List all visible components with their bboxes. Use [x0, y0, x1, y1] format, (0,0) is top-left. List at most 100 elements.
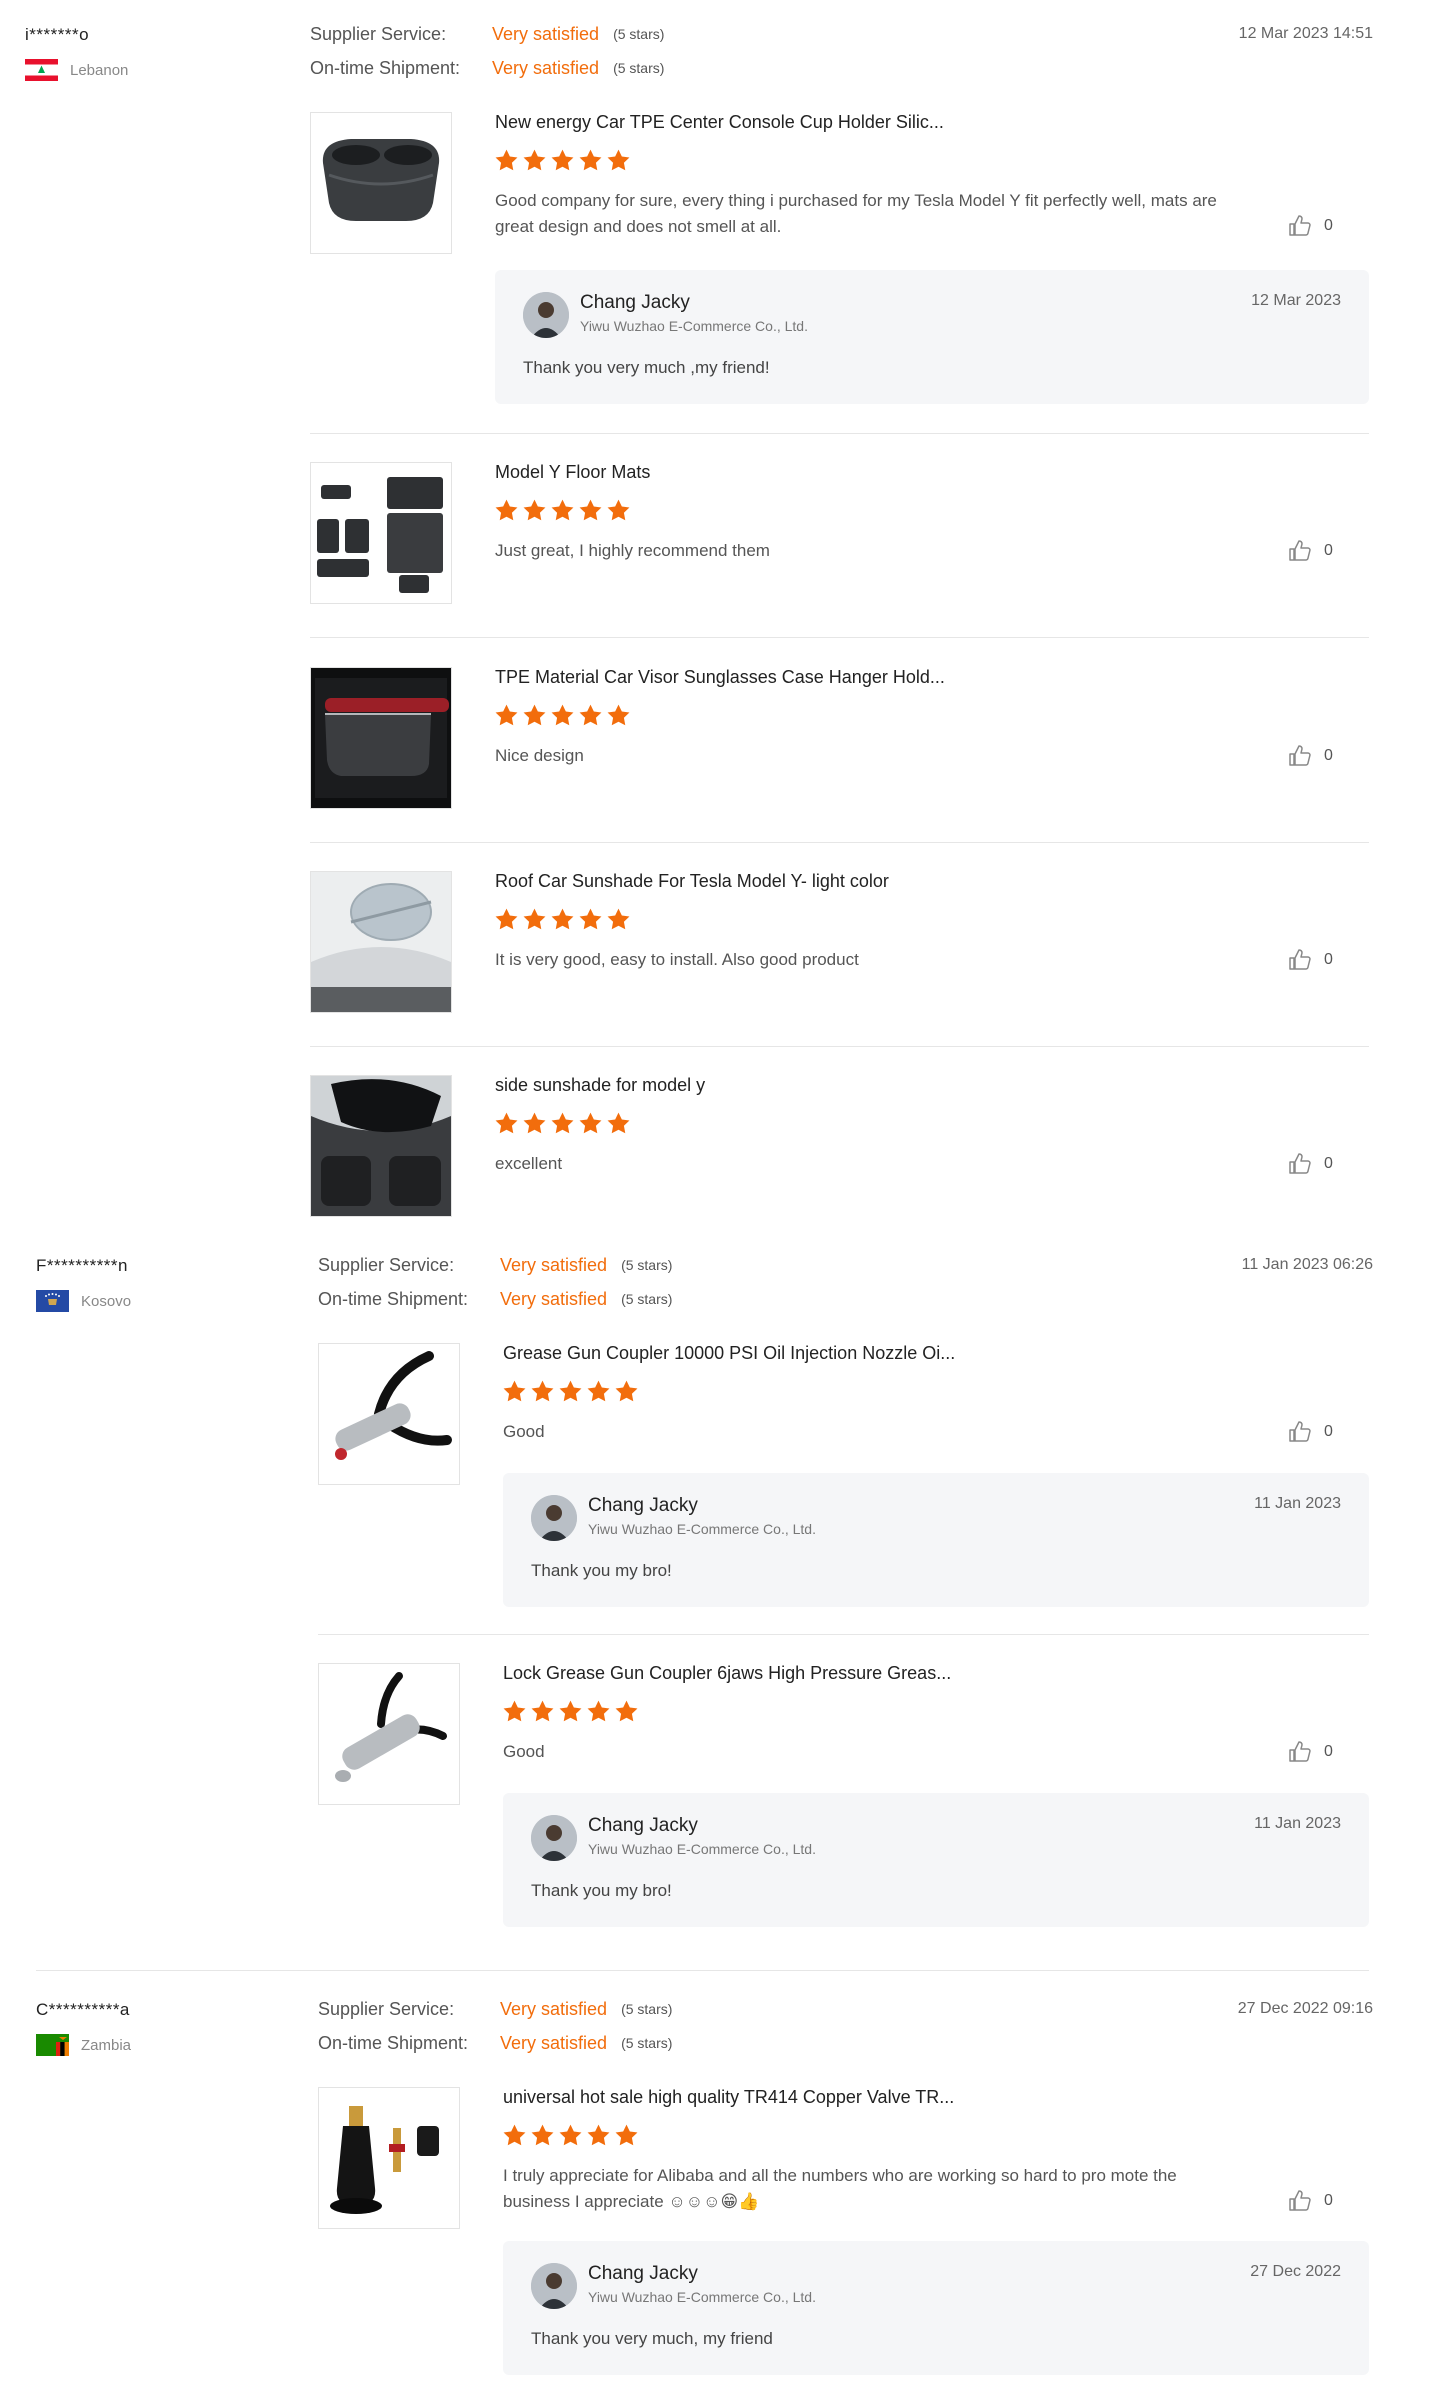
supplier-reply: Chang Jacky Yiwu Wuzhao E-Commerce Co., … — [503, 1793, 1369, 1927]
reply-company[interactable]: Yiwu Wuzhao E-Commerce Co., Ltd. — [588, 1841, 816, 1857]
thumbs-up-icon — [1289, 215, 1311, 236]
rating-stars-text: (5 stars) — [613, 26, 665, 42]
rating-stars-text: (5 stars) — [621, 1257, 673, 1273]
product-title[interactable]: TPE Material Car Visor Sunglasses Case H… — [495, 667, 945, 688]
rating-value: Very satisfied — [500, 1998, 608, 2019]
star-icon — [615, 1380, 638, 1402]
product-title[interactable]: Grease Gun Coupler 10000 PSI Oil Injecti… — [503, 1343, 955, 1364]
product-image-lock-coupler[interactable] — [318, 1663, 460, 1805]
supplier-service-rating: Supplier Service: Very satisfied (5 star… — [318, 1248, 672, 1282]
like-button[interactable]: 0 — [1288, 948, 1333, 972]
rating-label: Supplier Service: — [310, 23, 447, 44]
country-name: Kosovo — [81, 1292, 132, 1310]
buyer-name: C**********a — [36, 2000, 130, 2019]
thumbs-up-icon — [1289, 1421, 1311, 1442]
review-text: It is very good, easy to install. Also g… — [495, 950, 859, 969]
like-button[interactable]: 0 — [1288, 2189, 1333, 2213]
star-icon — [531, 1700, 554, 1722]
shipment-rating: On-time Shipment: Very satisfied (5 star… — [318, 2026, 672, 2060]
product-title[interactable]: Lock Grease Gun Coupler 6jaws High Press… — [503, 1663, 951, 1684]
reply-company[interactable]: Yiwu Wuzhao E-Commerce Co., Ltd. — [588, 2289, 816, 2305]
star-icon — [503, 1380, 526, 1402]
product-title[interactable]: universal hot sale high quality TR414 Co… — [503, 2087, 954, 2108]
buyer-info: C**********a Zambia — [36, 2000, 236, 2056]
like-button[interactable]: 0 — [1288, 539, 1333, 563]
star-icon — [579, 908, 602, 930]
reply-company[interactable]: Yiwu Wuzhao E-Commerce Co., Ltd. — [588, 1521, 816, 1537]
like-button[interactable]: 0 — [1288, 1420, 1333, 1444]
product-title[interactable]: Roof Car Sunshade For Tesla Model Y- lig… — [495, 871, 889, 892]
star-icon — [503, 2124, 526, 2146]
rating-label: On-time Shipment: — [318, 2032, 469, 2053]
rating-stars-text: (5 stars) — [621, 2001, 673, 2017]
product-image-grease-coupler[interactable] — [318, 1343, 460, 1485]
reply-company[interactable]: Yiwu Wuzhao E-Commerce Co., Ltd. — [580, 318, 808, 334]
product-image-floor-mats[interactable] — [310, 462, 452, 604]
like-count: 0 — [1324, 2192, 1333, 2209]
rating-stars-text: (5 stars) — [621, 2035, 673, 2051]
rating-value: Very satisfied — [500, 1288, 608, 1309]
product-image-visor-case[interactable] — [310, 667, 452, 809]
thumbs-up-icon — [1289, 2190, 1311, 2211]
zambia-flag-icon — [36, 2034, 69, 2056]
like-button[interactable]: 0 — [1288, 214, 1333, 238]
review-text: Nice design — [495, 746, 584, 765]
star-icon — [551, 908, 574, 930]
review-date: 12 Mar 2023 14:51 — [1238, 25, 1373, 42]
star-icon — [615, 1700, 638, 1722]
rating-value: Very satisfied — [500, 1254, 608, 1275]
product-image-roof-sunshade[interactable] — [310, 871, 452, 1013]
divider — [310, 433, 1369, 434]
star-icon — [587, 1700, 610, 1722]
reply-text: Thank you my bro! — [531, 1561, 672, 1580]
product-image-side-sunshade[interactable] — [310, 1075, 452, 1217]
product-title[interactable]: side sunshade for model y — [495, 1075, 705, 1096]
star-icon — [551, 149, 574, 171]
supplier-reply: Chang Jacky Yiwu Wuzhao E-Commerce Co., … — [503, 1473, 1369, 1607]
star-icon — [587, 1380, 610, 1402]
rating-value: Very satisfied — [500, 2032, 608, 2053]
like-button[interactable]: 0 — [1288, 1152, 1333, 1176]
review-text: Good — [503, 1742, 545, 1761]
avatar — [531, 1815, 577, 1861]
rating-label: Supplier Service: — [318, 1254, 455, 1275]
reply-author: Chang Jacky — [580, 292, 690, 313]
review-date: 11 Jan 2023 06:26 — [1241, 1256, 1373, 1273]
review-text: Good — [503, 1422, 545, 1441]
star-icon — [495, 908, 518, 930]
star-icon — [495, 149, 518, 171]
kosovo-flag-icon — [36, 1290, 69, 1312]
rating-value: Very satisfied — [492, 23, 600, 44]
thumbs-up-icon — [1289, 1741, 1311, 1762]
product-title[interactable]: New energy Car TPE Center Console Cup Ho… — [495, 112, 944, 133]
divider — [310, 637, 1369, 638]
review-date: 27 Dec 2022 09:16 — [1237, 2000, 1373, 2017]
buyer-country: Zambia — [36, 2034, 236, 2056]
product-image-valve-stem[interactable] — [318, 2087, 460, 2229]
country-name: Zambia — [81, 2036, 132, 2054]
buyer-country: Lebanon — [25, 59, 225, 81]
buyer-name: F**********n — [36, 1256, 128, 1275]
star-icon — [579, 149, 602, 171]
like-count: 0 — [1324, 217, 1333, 234]
reply-date: 27 Dec 2022 — [1250, 2263, 1341, 2280]
star-icon — [551, 704, 574, 726]
ratings: Supplier Service: Very satisfied (5 star… — [318, 1992, 672, 2060]
product-title[interactable]: Model Y Floor Mats — [495, 462, 650, 483]
rating-value: Very satisfied — [492, 57, 600, 78]
ratings: Supplier Service: Very satisfied (5 star… — [318, 1248, 672, 1316]
review-text: I truly appreciate for Alibaba and all t… — [503, 2166, 1177, 2211]
star-icon — [559, 1380, 582, 1402]
product-image-cup-holder[interactable] — [310, 112, 452, 254]
star-icon — [523, 704, 546, 726]
divider — [310, 842, 1369, 843]
reply-text: Thank you very much ,my friend! — [523, 358, 770, 377]
like-count: 0 — [1324, 747, 1333, 764]
like-button[interactable]: 0 — [1288, 1740, 1333, 1764]
review-text: Good company for sure, every thing i pur… — [495, 191, 1217, 236]
star-icon — [551, 1112, 574, 1134]
rating-label: On-time Shipment: — [318, 1288, 469, 1309]
like-button[interactable]: 0 — [1288, 744, 1333, 768]
star-icon — [503, 1700, 526, 1722]
shipment-rating: On-time Shipment: Very satisfied (5 star… — [310, 51, 664, 85]
